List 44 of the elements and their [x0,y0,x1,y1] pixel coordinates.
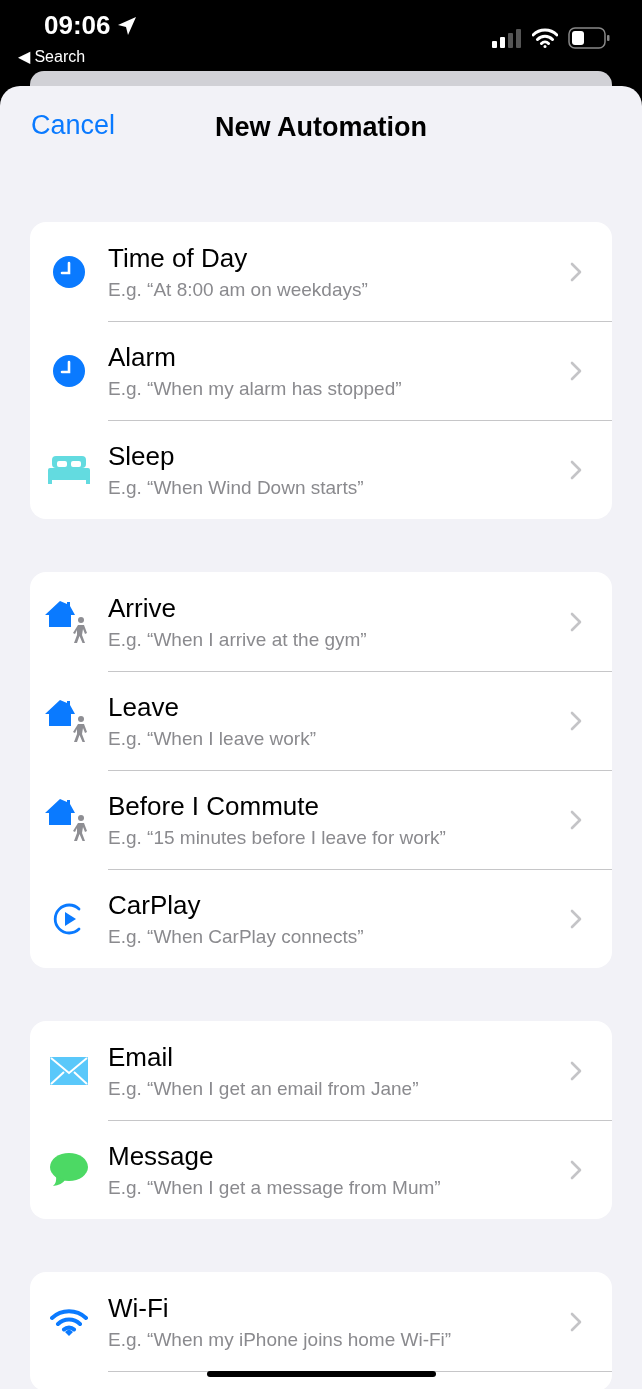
chevron-icon[interactable] [570,611,582,632]
item-title[interactable]: Leave [108,691,570,723]
chevron-icon[interactable] [570,809,582,830]
item-example: E.g. “At 8:00 am on weekdays” [108,278,369,301]
item-title[interactable]: Arrive [108,592,570,624]
item-example: E.g. “When I get an email from Jane” [108,1077,420,1100]
chevron-icon[interactable] [570,908,582,929]
clock-icon [52,353,86,388]
wifi-icon [50,1307,88,1336]
chevron-icon[interactable] [570,1060,582,1081]
chevron-icon[interactable] [570,459,582,480]
location-arrow-icon [116,15,137,36]
bed-icon [48,455,90,484]
chevron-icon[interactable] [570,710,582,731]
chevron-icon[interactable] [570,360,582,381]
item-title[interactable]: Wi-Fi [108,1292,570,1324]
item-title[interactable]: Alarm [108,341,570,373]
item-title[interactable]: Before I Commute [108,790,570,822]
speech-bubble-icon [50,1152,88,1187]
clock-time: 09:06 [44,10,111,41]
item-example: E.g. “15 minutes before I leave for work” [108,826,447,849]
battery-icon [568,26,610,49]
back-link[interactable]: ◀ Search [18,47,137,66]
item-example: E.g. “When I get a message from Mum” [108,1176,442,1199]
chevron-icon[interactable] [570,1159,582,1180]
item-title[interactable]: Email [108,1041,570,1073]
wifi-icon [532,27,558,48]
chevron-icon[interactable] [570,261,582,282]
item-example: E.g. “When my iPhone joins home Wi-Fi” [108,1328,453,1351]
envelope-icon [50,1056,88,1085]
item-title[interactable]: Message [108,1140,570,1172]
item-example: E.g. “When I arrive at the gym” [108,628,368,651]
item-title[interactable]: CarPlay [108,889,570,921]
item-example: E.g. “When CarPlay connects” [108,925,365,948]
cancel-button[interactable]: Cancel [31,110,116,141]
clock-icon [52,254,86,289]
item-example: E.g. “When I leave work” [108,727,318,750]
item-example: E.g. “When Wind Down starts” [108,476,365,499]
chevron-icon[interactable] [570,1311,582,1332]
item-title[interactable]: Sleep [108,440,570,472]
sheet-title: New Automation [215,111,427,143]
signal-icon [492,27,522,48]
item-title[interactable]: Time of Day [108,242,570,274]
item-example: E.g. “When my alarm has stopped” [108,377,403,400]
